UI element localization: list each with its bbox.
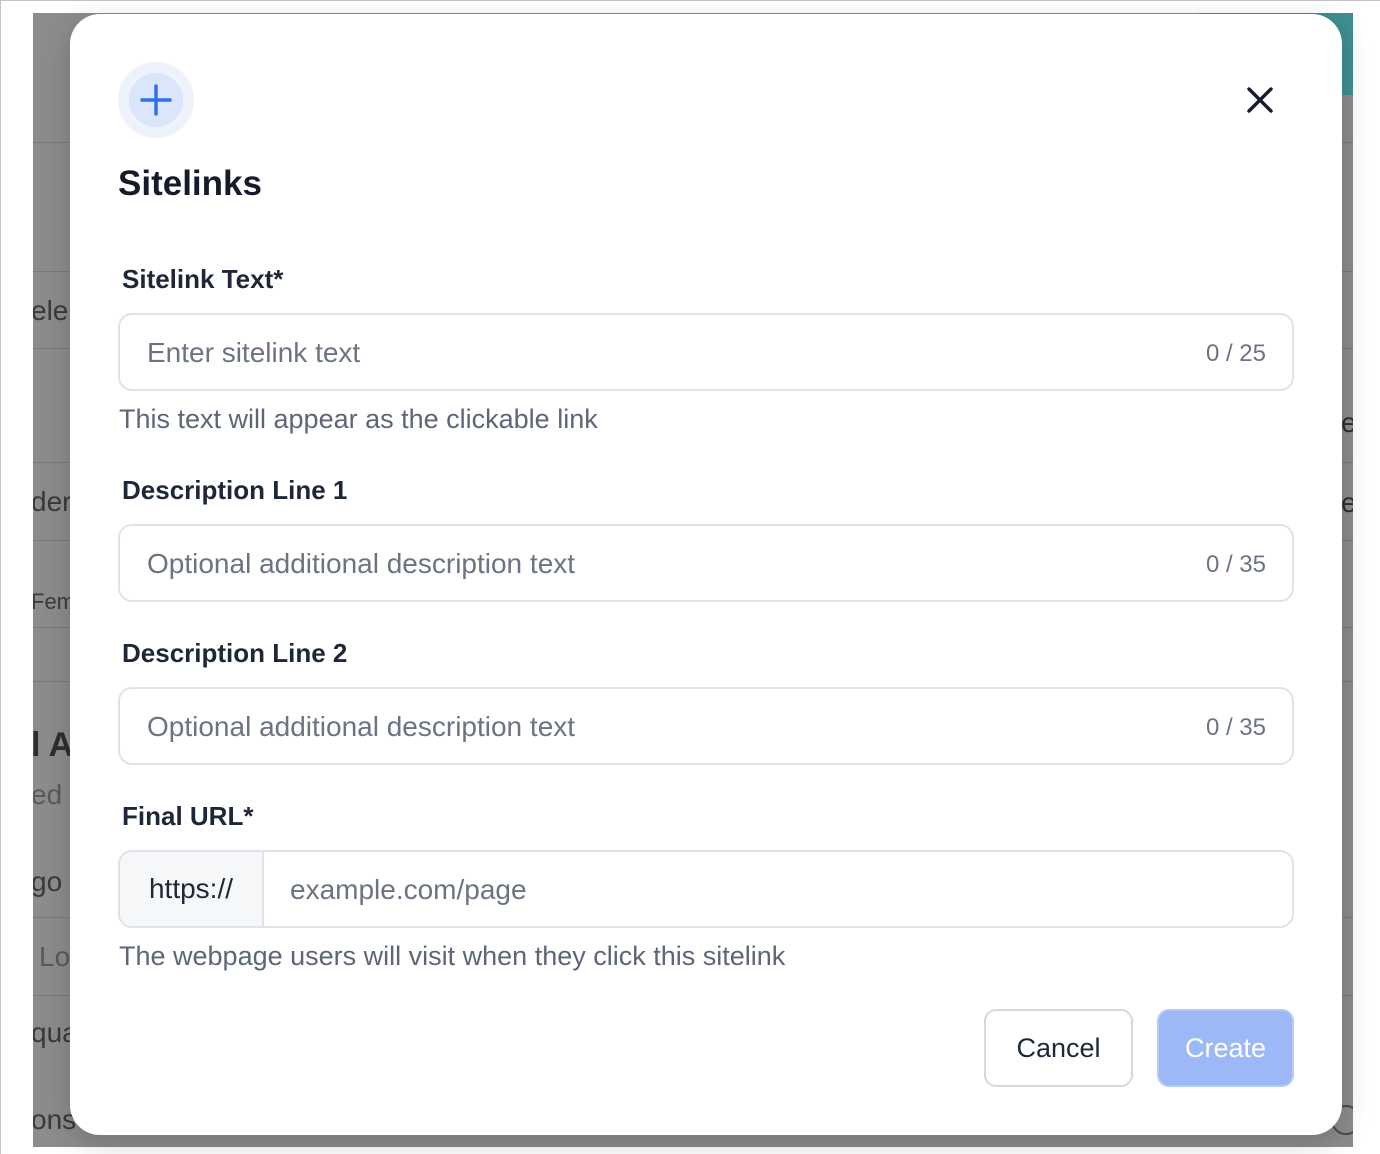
cancel-button[interactable]: Cancel [984,1009,1133,1087]
create-button[interactable]: Create [1157,1009,1294,1087]
background-text: ed [33,779,63,810]
background-text: ele [33,295,69,326]
modal-title: Sitelinks [118,164,262,203]
plus-icon [129,73,183,127]
window-top-edge [0,0,1380,1]
description-line-2-label: Description Line 2 [122,638,348,668]
sitelink-text-char-counter: 0 / 25 [1205,340,1266,367]
sitelinks-modal: Sitelinks Sitelink Text* Enter sitelink … [70,14,1342,1135]
url-protocol-prefix: https:// [120,852,264,926]
description-line-1-input[interactable]: Optional additional description text 0 /… [118,524,1294,602]
window-left-edge [0,0,1,1154]
background-text: der [33,486,72,517]
header-icon-badge [118,62,194,138]
sitelink-text-help: This text will appear as the clickable l… [119,404,598,434]
final-url-input[interactable]: example.com/page [290,874,527,906]
description-line-2-char-counter: 0 / 35 [1205,714,1266,741]
description-line-2-input[interactable]: Optional additional description text 0 /… [118,687,1294,765]
description-line-1-placeholder: Optional additional description text [147,548,576,579]
final-url-label: Final URL* [122,801,254,831]
close-icon [1247,87,1273,113]
background-text: e [1341,407,1353,438]
background-heading: l A [33,726,74,764]
sitelink-text-input[interactable]: Enter sitelink text 0 / 25 [118,313,1294,391]
sitelink-text-placeholder: Enter sitelink text [147,337,361,368]
background-text: Fem [33,589,75,614]
background-text: Lo [39,941,71,972]
description-line-1-char-counter: 0 / 35 [1205,551,1266,578]
final-url-help: The webpage users will visit when they c… [119,941,786,971]
final-url-input-group: https:// example.com/page [118,850,1294,928]
sitelink-text-label: Sitelink Text* [122,264,284,294]
description-line-2-placeholder: Optional additional description text [147,711,576,742]
description-line-1-label: Description Line 1 [122,475,348,505]
background-text: e [1341,487,1353,518]
close-button[interactable] [1236,76,1284,124]
background-text: go [33,866,63,897]
